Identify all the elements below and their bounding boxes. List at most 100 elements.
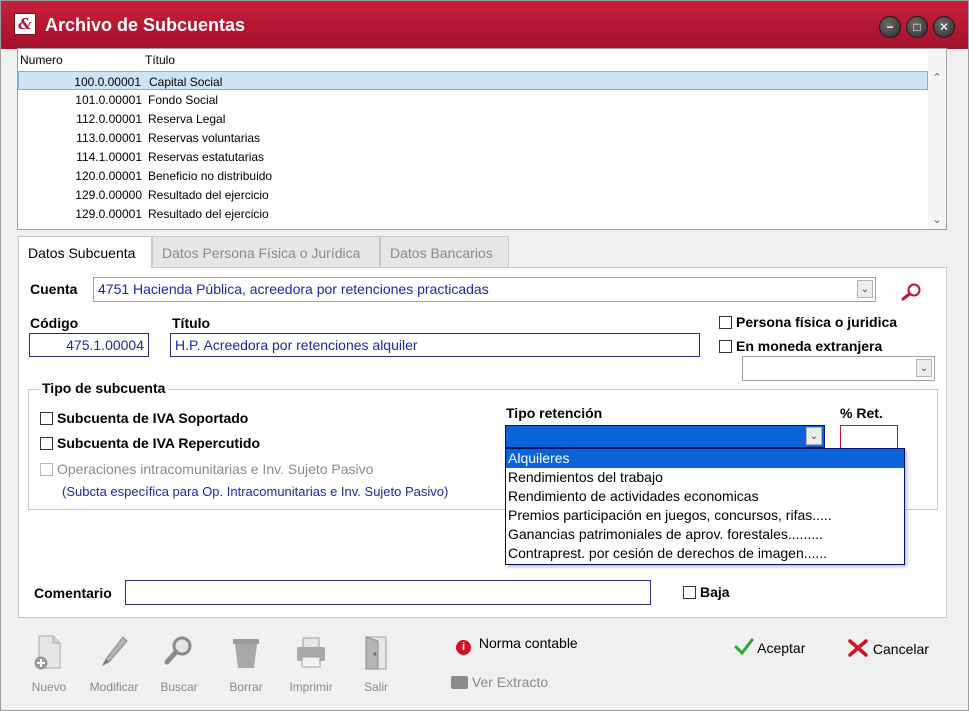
exit-door-icon bbox=[365, 636, 387, 670]
tab-datos-bancarios[interactable]: Datos Bancarios bbox=[380, 236, 509, 267]
titulo-field[interactable]: H.P. Acreedora por retenciones alquiler bbox=[170, 333, 700, 357]
tipo-retencion-dropdown[interactable]: Alquileres Rendimientos del trabajo Rend… bbox=[505, 448, 905, 565]
extracto-icon bbox=[451, 676, 468, 689]
persona-label: Persona física o juridica bbox=[736, 314, 898, 330]
moneda-label: En moneda extranjera bbox=[736, 338, 883, 354]
iva-soportado-label: Subcuenta de IVA Soportado bbox=[57, 410, 249, 426]
buscar-label: Buscar bbox=[160, 680, 198, 694]
printer-icon bbox=[297, 637, 325, 668]
moneda-select[interactable]: ⌄ bbox=[742, 356, 935, 381]
tab-datos-persona[interactable]: Datos Persona Física o Jurídica bbox=[152, 236, 380, 267]
list-row[interactable]: 100.0.00001 Capital Social bbox=[18, 71, 928, 90]
datos-subcuenta-panel: Cuenta 4751 Hacienda Pública, acreedora … bbox=[18, 267, 947, 618]
row-numero: 113.0.00001 bbox=[76, 131, 142, 145]
app-logo-icon: & bbox=[14, 13, 36, 35]
moneda-checkbox[interactable] bbox=[719, 340, 732, 353]
comentario-field[interactable] bbox=[125, 580, 651, 605]
list-row[interactable]: 101.0.00001 Fondo Social bbox=[18, 90, 928, 109]
list-scrollbar[interactable]: ⌃ ⌄ bbox=[928, 49, 946, 229]
dropdown-option[interactable]: Rendimiento de actividades economicas bbox=[506, 487, 904, 506]
aceptar-label: Aceptar bbox=[757, 640, 806, 656]
norma-contable-button[interactable]: i Norma contable bbox=[456, 635, 578, 655]
dropdown-option[interactable]: Rendimientos del trabajo bbox=[506, 468, 904, 487]
subcuentas-list[interactable]: Numero Título 100.0.00001 Capital Social… bbox=[17, 48, 947, 230]
chevron-down-icon[interactable]: ⌄ bbox=[916, 359, 932, 377]
iva-soportado-checkbox[interactable] bbox=[40, 412, 53, 425]
scroll-up-icon[interactable]: ⌃ bbox=[928, 69, 946, 87]
info-icon: i bbox=[456, 640, 471, 655]
row-titulo: Beneficio no distribuido bbox=[148, 169, 273, 183]
iva-repercutido-label: Subcuenta de IVA Repercutido bbox=[57, 435, 261, 451]
list-row[interactable]: 114.1.00001 Reservas estatutarias bbox=[18, 147, 928, 166]
row-numero: 100.0.00001 bbox=[74, 75, 141, 89]
cuenta-label: Cuenta bbox=[30, 281, 78, 297]
row-titulo: Reservas estatutarias bbox=[148, 150, 265, 164]
list-row[interactable]: 120.0.00001 Beneficio no distribuido bbox=[18, 166, 928, 185]
codigo-label: Código bbox=[30, 315, 79, 331]
list-rows: 100.0.00001 Capital Social 101.0.00001 F… bbox=[18, 71, 928, 229]
window-title: Archivo de Subcuentas bbox=[45, 15, 246, 35]
baja-label: Baja bbox=[700, 584, 730, 600]
row-titulo: Fondo Social bbox=[148, 93, 219, 107]
row-titulo: Resultado del ejercicio bbox=[148, 207, 269, 221]
row-numero: 114.1.00001 bbox=[76, 150, 142, 164]
salir-button[interactable]: Salir bbox=[346, 634, 406, 696]
chevron-down-icon[interactable]: ⌄ bbox=[857, 280, 873, 298]
titulo-label: Título bbox=[172, 315, 211, 331]
ret-pct-field[interactable] bbox=[840, 425, 898, 449]
dropdown-option[interactable]: Premios participación en juegos, concurs… bbox=[506, 506, 904, 525]
baja-checkbox[interactable] bbox=[683, 586, 696, 599]
list-header: Numero Título bbox=[18, 49, 928, 71]
search-cuenta-icon[interactable] bbox=[898, 282, 924, 302]
borrar-button[interactable]: Borrar bbox=[216, 634, 276, 696]
column-header-numero[interactable]: Numero bbox=[20, 53, 63, 67]
nuevo-label: Nuevo bbox=[31, 680, 67, 694]
row-numero: 129.0.00000 bbox=[75, 188, 142, 202]
dropdown-option[interactable]: Ganancias patrimoniales de aprov. forest… bbox=[506, 525, 904, 544]
pencil-icon bbox=[101, 636, 128, 667]
imprimir-button[interactable]: Imprimir bbox=[281, 634, 341, 696]
cuenta-value: 4751 Hacienda Pública, acreedora por ret… bbox=[98, 281, 489, 297]
checkmark-icon bbox=[734, 638, 754, 656]
magnifier-icon bbox=[164, 636, 192, 665]
list-row[interactable]: 129.0.00000 Resultado del ejercicio bbox=[18, 185, 928, 204]
chevron-down-icon[interactable]: ⌄ bbox=[806, 427, 822, 445]
intracom-checkbox[interactable] bbox=[40, 463, 53, 476]
tipo-retencion-select[interactable]: ⌄ bbox=[505, 425, 825, 448]
ver-extracto-label: Ver Extracto bbox=[471, 674, 549, 690]
codigo-field[interactable]: 475.1.00004 bbox=[29, 333, 149, 357]
intracom-label: Operaciones intracomunitarias e Inv. Suj… bbox=[57, 461, 374, 477]
nuevo-button[interactable]: Nuevo bbox=[19, 634, 79, 696]
close-button[interactable]: ✕ bbox=[933, 16, 955, 38]
scroll-down-icon[interactable]: ⌄ bbox=[928, 211, 946, 229]
row-titulo: Capital Social bbox=[149, 75, 223, 89]
row-numero: 101.0.00001 bbox=[75, 93, 142, 107]
subcuentas-window: & Archivo de Subcuentas − □ ✕ Numero Tít… bbox=[0, 0, 969, 711]
borrar-label: Borrar bbox=[229, 680, 263, 694]
cuenta-select[interactable]: 4751 Hacienda Pública, acreedora por ret… bbox=[93, 277, 876, 302]
row-numero: 129.0.00001 bbox=[75, 207, 142, 221]
title-bar[interactable]: & Archivo de Subcuentas − □ ✕ bbox=[1, 1, 968, 49]
tab-datos-subcuenta[interactable]: Datos Subcuenta bbox=[18, 236, 152, 268]
persona-checkbox[interactable] bbox=[719, 316, 732, 329]
trash-icon bbox=[233, 639, 259, 668]
list-row[interactable]: 129.0.00001 Resultado del ejercicio bbox=[18, 204, 928, 223]
buscar-button[interactable]: Buscar bbox=[149, 634, 209, 696]
dropdown-option[interactable]: Contraprest. por cesión de derechos de i… bbox=[506, 544, 904, 563]
row-titulo: Reservas voluntarias bbox=[148, 131, 261, 145]
modificar-label: Modificar bbox=[89, 680, 139, 694]
column-header-titulo[interactable]: Título bbox=[145, 53, 175, 67]
maximize-button[interactable]: □ bbox=[906, 16, 928, 38]
cancelar-button[interactable]: Cancelar bbox=[847, 638, 929, 658]
list-row[interactable]: 113.0.00001 Reservas voluntarias bbox=[18, 128, 928, 147]
modificar-button[interactable]: Modificar bbox=[84, 634, 144, 696]
aceptar-button[interactable]: Aceptar bbox=[734, 638, 805, 656]
dropdown-option[interactable]: Alquileres bbox=[506, 449, 904, 468]
list-row[interactable]: 112.0.00001 Reserva Legal bbox=[18, 109, 928, 128]
row-numero: 120.0.00001 bbox=[75, 169, 142, 183]
norma-contable-label: Norma contable bbox=[478, 635, 578, 651]
ver-extracto-button[interactable]: Ver Extracto bbox=[451, 674, 548, 690]
iva-repercutido-checkbox[interactable] bbox=[40, 437, 53, 450]
minimize-button[interactable]: − bbox=[879, 16, 901, 38]
new-document-icon bbox=[34, 635, 61, 670]
